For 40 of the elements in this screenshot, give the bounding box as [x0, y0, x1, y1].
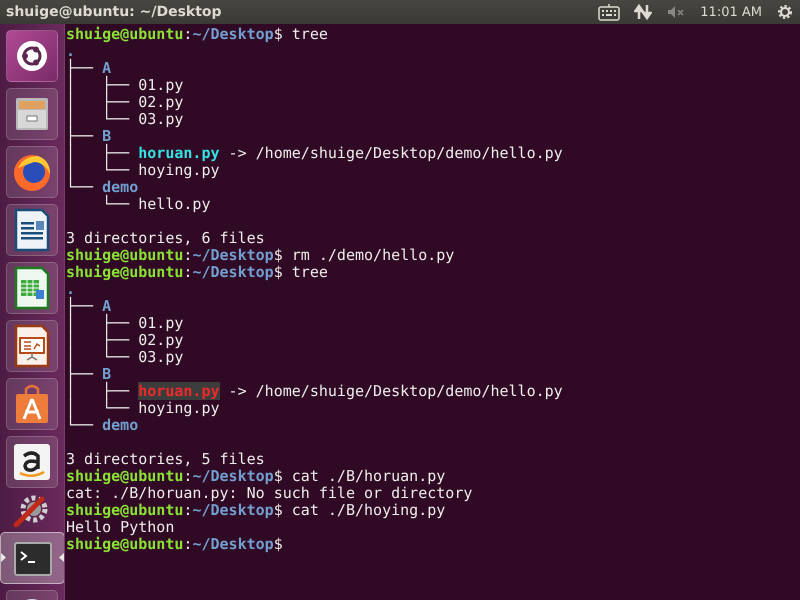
terminal-line: shuige@ubuntu:~/Desktop$ tree	[66, 26, 329, 43]
gear-icon[interactable]	[776, 3, 794, 21]
terminal-line: shuige@ubuntu:~/Desktop$ cat ./B/horuan.py	[66, 468, 446, 485]
active-indicator-icon	[0, 553, 6, 562]
terminal-icon	[12, 541, 52, 577]
terminal-line: Hello Python	[66, 519, 174, 536]
launcher-item[interactable]	[6, 378, 58, 430]
launcher-item[interactable]	[6, 204, 58, 256]
terminal-line: cat: ./B/horuan.py: No such file or directory	[66, 485, 474, 502]
launcher-item[interactable]	[6, 262, 58, 314]
launcher-item[interactable]	[0, 532, 64, 584]
terminal-line: ├── B	[66, 366, 112, 383]
network-icon[interactable]	[634, 3, 652, 21]
launcher-item[interactable]	[6, 88, 58, 140]
launcher-item[interactable]	[6, 146, 58, 198]
terminal-line: 3 directories, 6 files	[66, 230, 266, 247]
window-title: shuige@ubuntu: ~/Desktop	[6, 4, 222, 20]
terminal-line: shuige@ubuntu:~/Desktop$ cat ./B/hoying.py	[66, 502, 446, 519]
active-indicator-icon	[58, 553, 64, 562]
terminal-line: .	[66, 281, 76, 298]
terminal-line: ├── A	[66, 298, 112, 315]
terminal-line: shuige@ubuntu:~/Desktop$ tree	[66, 264, 328, 281]
terminal-line: shuige@ubuntu:~/Desktop$ rm ./demo/hello.py	[66, 247, 456, 264]
shopping-icon	[12, 442, 52, 482]
clock-time[interactable]: 11:01 AM	[700, 4, 762, 20]
launcher-item[interactable]	[6, 320, 58, 372]
document-icon	[12, 208, 52, 252]
keyboard-icon[interactable]	[598, 3, 620, 21]
terminal-line: ├── A	[66, 60, 112, 77]
launcher-item[interactable]	[6, 30, 58, 82]
terminal-line: ├── B	[66, 128, 112, 145]
terminal-line: └── hello.py	[101, 196, 212, 213]
terminal-line: 3 directories, 5 files	[66, 451, 266, 468]
spreadsheet-icon	[12, 266, 52, 310]
presentation-icon	[12, 324, 52, 368]
terminal-line: shuige@ubuntu:~/Desktop$	[66, 536, 284, 553]
terminal-line: └── demo	[66, 179, 140, 196]
launcher-item[interactable]	[6, 436, 58, 488]
terminal-line: └── demo	[66, 417, 140, 434]
terminal-line: .	[66, 43, 76, 60]
